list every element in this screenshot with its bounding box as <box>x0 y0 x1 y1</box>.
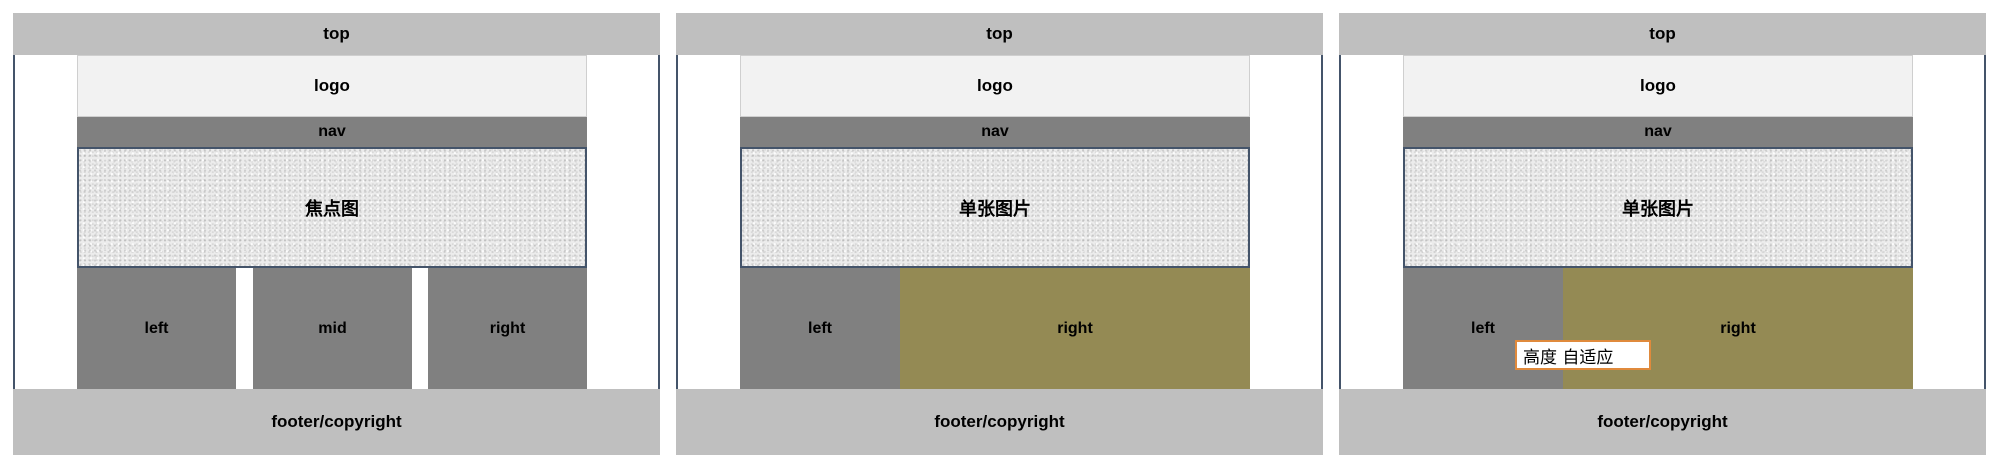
top-block: top <box>13 13 660 55</box>
nav-block: nav <box>77 117 587 147</box>
left-column: left <box>1403 268 1563 389</box>
banner-block: 单张图片 <box>1403 147 1913 268</box>
left-column: left <box>77 268 236 389</box>
logo-block: logo <box>77 55 587 117</box>
right-column: right <box>900 268 1250 389</box>
frame-line-right <box>658 53 660 401</box>
right-column: right <box>1563 268 1913 389</box>
nav-block: nav <box>1403 117 1913 147</box>
frame-line-left <box>13 53 15 401</box>
columns-row: left right <box>740 268 1250 389</box>
mid-column: mid <box>253 268 412 389</box>
layout-diagram-two-columns: top logo nav 单张图片 left right footer/copy… <box>676 13 1323 455</box>
nav-block: nav <box>740 117 1250 147</box>
frame-line-right <box>1321 53 1323 401</box>
columns-row: left mid right <box>77 268 587 389</box>
footer-block: footer/copyright <box>1339 389 1986 455</box>
frame-line-left <box>1339 53 1341 401</box>
left-column: left <box>740 268 900 389</box>
columns-row: left right <box>1403 268 1913 389</box>
top-block: top <box>676 13 1323 55</box>
frame-line-right <box>1984 53 1986 401</box>
frame-line-left <box>676 53 678 401</box>
banner-block: 单张图片 <box>740 147 1250 268</box>
top-block: top <box>1339 13 1986 55</box>
adaptive-height-callout: 高度 自适应 <box>1515 340 1651 370</box>
layout-diagram-three-columns: top logo nav 焦点图 left mid right footer/c… <box>13 13 660 455</box>
logo-block: logo <box>1403 55 1913 117</box>
right-column: right <box>428 268 587 389</box>
layout-diagram-adaptive-height: top logo nav 单张图片 left right 高度 自适应 foot… <box>1339 13 1986 455</box>
footer-block: footer/copyright <box>13 389 660 455</box>
banner-block: 焦点图 <box>77 147 587 268</box>
footer-block: footer/copyright <box>676 389 1323 455</box>
logo-block: logo <box>740 55 1250 117</box>
